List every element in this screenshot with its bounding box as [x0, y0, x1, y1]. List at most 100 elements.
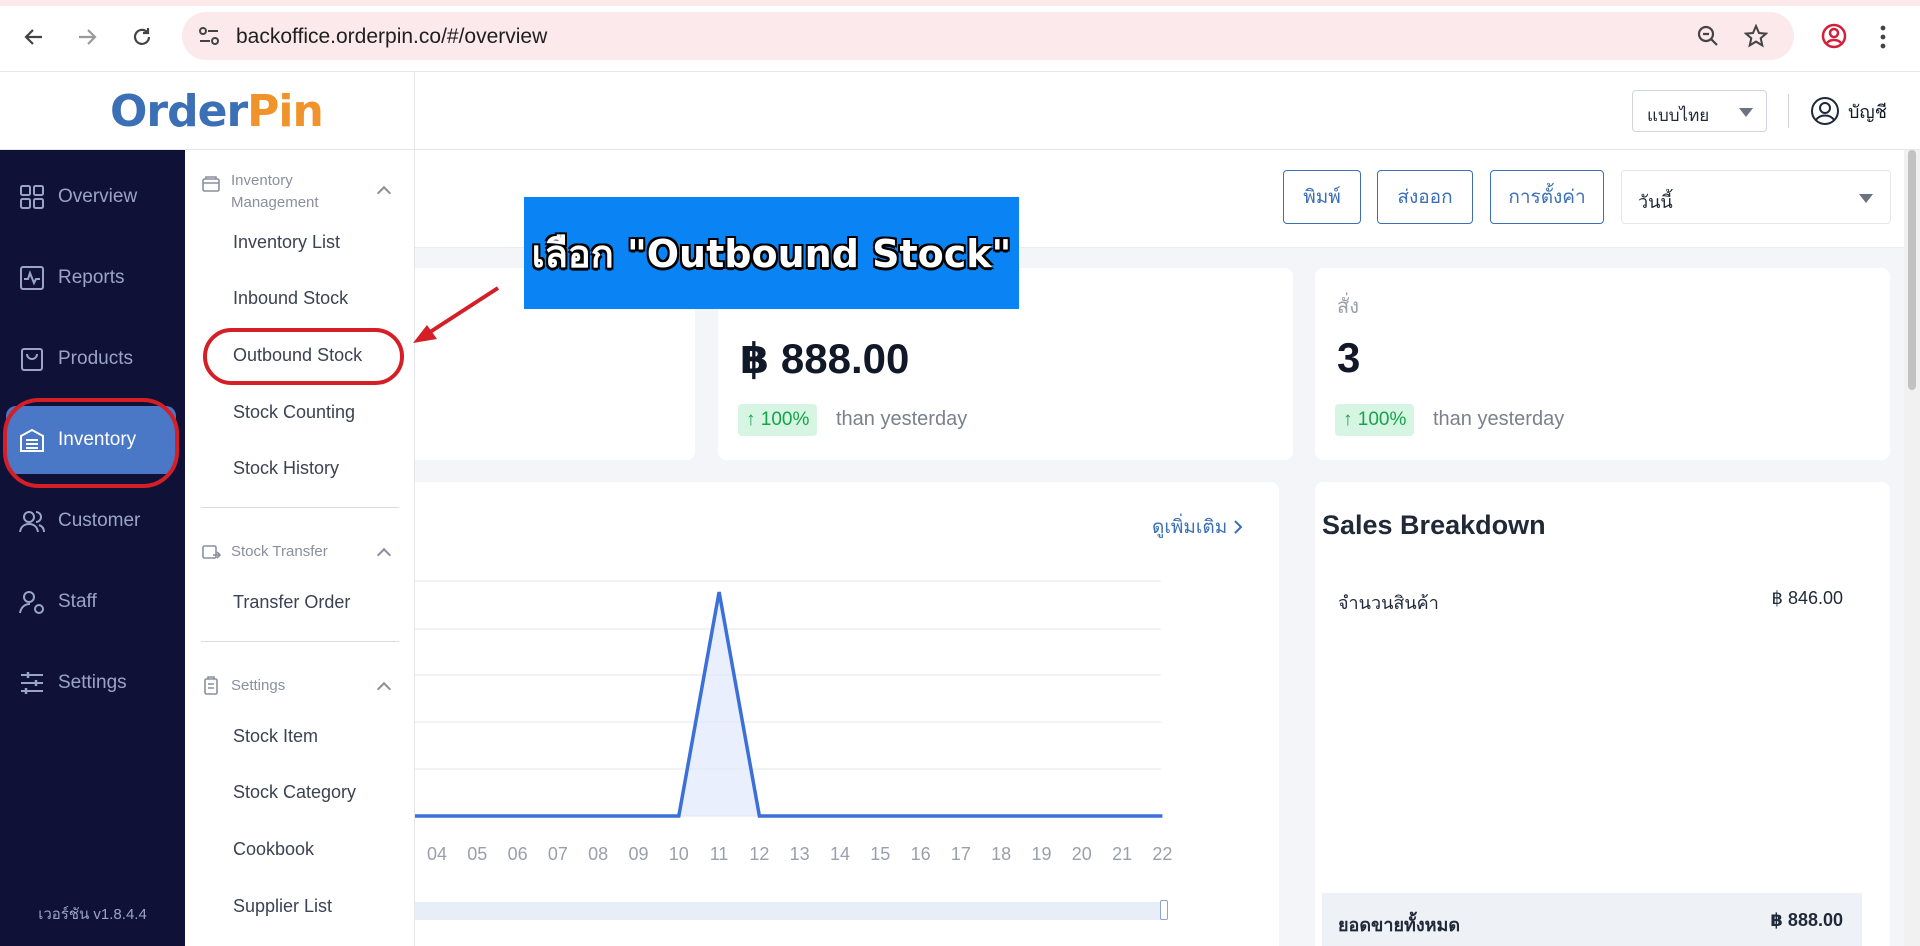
zoom-icon[interactable]: [1696, 24, 1720, 48]
version-label: เวอร์ชัน v1.8.4.4: [38, 906, 147, 923]
sales-breakdown-title: Sales Breakdown: [1322, 510, 1546, 540]
sidebar-item-customer[interactable]: Customer: [6, 487, 176, 555]
sidebar-item-overview[interactable]: Overview: [6, 163, 176, 231]
chevron-up-icon[interactable]: [376, 681, 392, 697]
print-button[interactable]: พิมพ์: [1283, 170, 1361, 224]
main-sidebar: Overview Reports Products Inventory Cust…: [0, 150, 185, 946]
orderpin-logo[interactable]: OrderPin: [110, 86, 324, 137]
card-value: 3: [1337, 334, 1361, 381]
sales-breakdown-card: Sales Breakdown จำนวนสินค้า ฿ 846.00 ยอด…: [1315, 482, 1890, 946]
x-tick-label: 06: [507, 844, 528, 864]
account-label: บัญชี: [1848, 101, 1887, 122]
browser-top-strip: [0, 0, 1920, 6]
submenu-item-stock-counting[interactable]: Stock Counting: [233, 402, 355, 423]
submenu-item-cookbook[interactable]: Cookbook: [233, 839, 314, 860]
arrow-left-icon: [24, 29, 42, 45]
page-scrollbar-thumb[interactable]: [1908, 150, 1916, 390]
caret-down-icon: [1739, 108, 1753, 117]
grid-icon: [20, 185, 44, 209]
annotation-arrow-icon: [413, 286, 500, 343]
date-range-value: วันนี้: [1638, 192, 1673, 212]
submenu-divider: [201, 641, 399, 642]
chevron-up-icon[interactable]: [376, 185, 392, 201]
clipboard-icon: [204, 676, 218, 695]
box-icon: [202, 176, 220, 192]
sidebar-item-label: Customer: [58, 510, 141, 531]
x-tick-label: 16: [910, 844, 931, 864]
logo-text-pin: Pin: [247, 86, 324, 137]
browser-toolbar: backoffice.orderpin.co/#/overview: [0, 0, 1920, 72]
chevron-up-icon[interactable]: [376, 547, 392, 563]
submenu-item-transfer-order[interactable]: Transfer Order: [233, 592, 350, 613]
site-info-icon[interactable]: [198, 26, 220, 46]
language-select[interactable]: แบบไทย: [1632, 90, 1767, 132]
comparison-text: than yesterday: [1433, 408, 1565, 430]
chart-range-handle[interactable]: [1160, 900, 1168, 920]
sidebar-item-settings[interactable]: Settings: [6, 649, 176, 717]
sidebar-item-products[interactable]: Products: [6, 325, 176, 393]
user-circle-icon: [1811, 97, 1839, 125]
section-title: Stock Transfer: [231, 543, 328, 560]
submenu-item-stock-history[interactable]: Stock History: [233, 458, 339, 479]
submenu-section-settings[interactable]: Settings: [201, 675, 285, 697]
x-tick-label: 19: [1031, 844, 1052, 864]
annotation-ring-outbound: [203, 328, 404, 385]
submenu-section-stock-transfer[interactable]: Stock Transfer: [201, 541, 328, 563]
submenu-item-inventory-list[interactable]: Inventory List: [233, 232, 340, 253]
submenu-item-supplier-list[interactable]: Supplier List: [233, 896, 332, 917]
sidebar-item-reports[interactable]: Reports: [6, 244, 176, 312]
sales-row: จำนวนสินค้า ฿ 846.00: [1338, 588, 1843, 617]
transfer-icon: [202, 545, 221, 559]
sidebar-item-staff[interactable]: Staff: [6, 568, 176, 636]
x-tick-label: 11: [709, 844, 729, 864]
chart-range-slider[interactable]: [415, 902, 1161, 920]
address-bar[interactable]: backoffice.orderpin.co/#/overview: [182, 12, 1794, 60]
submenu-item-inbound-stock[interactable]: Inbound Stock: [233, 288, 348, 309]
x-tick-label: 12: [749, 844, 770, 864]
submenu-item-stock-item[interactable]: Stock Item: [233, 726, 318, 747]
chart-series-line: [415, 591, 1163, 818]
settings-button[interactable]: การตั้งค่า: [1490, 170, 1604, 224]
card-value: ฿ 888.00: [740, 335, 910, 382]
language-value: แบบไทย: [1647, 106, 1710, 125]
x-tick-label: 04: [426, 844, 448, 864]
logo-text-order: Order: [110, 86, 248, 137]
sidebar-item-label: Reports: [58, 267, 125, 288]
section-title-line1: Inventory: [231, 172, 293, 189]
sales-row-label: จำนวนสินค้า: [1338, 593, 1439, 613]
sales-chart-card: ดูเพิ่มเติม 04 05 06 07 08 09 10 11 12 13 14 15 16 17…: [415, 482, 1279, 946]
x-tick-label: 07: [547, 844, 568, 864]
export-button[interactable]: ส่งออก: [1377, 170, 1473, 224]
x-tick-label: 14: [829, 844, 851, 864]
arrow-right-icon: [79, 29, 97, 45]
section-title-line2: Management: [231, 194, 319, 211]
stat-card-orders: สั่ง 3 ↑ 100% than yesterday: [1315, 268, 1890, 460]
account-menu[interactable]: บัญชี: [1810, 94, 1887, 128]
tutorial-callout: เลือก "Outbound Stock": [524, 197, 1019, 309]
users-icon: [19, 511, 45, 533]
x-tick-label: 21: [1112, 844, 1133, 864]
x-tick-label: 20: [1071, 844, 1092, 864]
submenu-item-stock-category[interactable]: Stock Category: [233, 782, 356, 803]
comparison-text: than yesterday: [836, 408, 968, 430]
section-title: Settings: [231, 677, 286, 694]
bookmark-star-icon[interactable]: [1744, 24, 1768, 48]
sales-row-value: ฿ 846.00: [1771, 588, 1843, 608]
x-tick-label: 05: [467, 844, 488, 864]
sidebar-item-label: Overview: [58, 186, 138, 207]
shopping-bag-icon: [21, 348, 43, 371]
forward-button[interactable]: [72, 22, 102, 52]
submenu-section-inventory-management[interactable]: Inventory Management: [201, 170, 319, 214]
browser-menu-icon[interactable]: [1878, 24, 1888, 50]
page-scrollbar[interactable]: [1904, 150, 1920, 946]
reload-button[interactable]: [127, 22, 157, 52]
sidebar-item-label: Products: [58, 348, 133, 369]
card-label: สั่ง: [1337, 296, 1359, 318]
back-button[interactable]: [19, 22, 49, 52]
url-text: backoffice.orderpin.co/#/overview: [236, 25, 548, 48]
profile-icon[interactable]: [1820, 22, 1848, 50]
percent-badge: ↑ 100%: [738, 404, 818, 436]
x-tick-label: 10: [668, 844, 689, 864]
date-range-select[interactable]: วันนี้: [1621, 170, 1891, 224]
sales-total-value: ฿ 888.00: [1770, 910, 1843, 930]
